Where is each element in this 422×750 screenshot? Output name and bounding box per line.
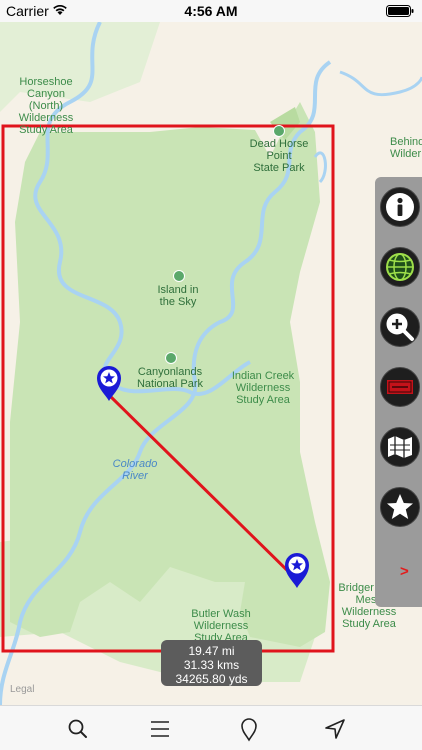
distance-miles: 19.47 mi xyxy=(188,644,235,658)
pin-icon[interactable] xyxy=(236,716,262,742)
panel-collapse-arrow[interactable]: > xyxy=(400,563,409,580)
zoom-in-icon xyxy=(386,313,414,341)
behind-rocks-label: Behind Wilder xyxy=(390,136,422,160)
location-arrow-icon[interactable] xyxy=(322,716,348,742)
start-pin-icon[interactable] xyxy=(95,364,123,402)
side-tool-panel: > xyxy=(375,177,422,607)
distance-readout: 19.47 mi 31.33 kms 34265.80 yds xyxy=(161,640,262,686)
island-in-the-sky-label: Island in the Sky xyxy=(157,284,199,308)
star-icon xyxy=(387,494,413,519)
globe-button[interactable] xyxy=(380,247,420,287)
battery-icon xyxy=(386,5,414,17)
canyonlands-label: Canyonlands National Park xyxy=(136,366,204,390)
dead-horse-point-marker[interactable] xyxy=(273,125,285,137)
dead-horse-point-label: Dead Horse Point State Park xyxy=(249,138,309,174)
label-button[interactable] xyxy=(380,367,420,407)
search-icon[interactable] xyxy=(65,716,91,742)
canyonlands-marker[interactable] xyxy=(165,352,177,364)
map-icon xyxy=(388,436,412,458)
favorites-button[interactable] xyxy=(380,487,420,527)
island-in-the-sky-marker[interactable] xyxy=(173,270,185,282)
colorado-river-label: Colorado River xyxy=(112,458,158,482)
distance-kms: 31.33 kms xyxy=(183,658,240,672)
indian-creek-label: Indian Creek Wilderness Study Area xyxy=(231,370,295,406)
map-type-button[interactable] xyxy=(380,427,420,467)
end-pin-icon[interactable] xyxy=(283,551,311,589)
horseshoe-canyon-label: Horseshoe Canyon (North) Wilderness Stud… xyxy=(18,76,74,136)
bottom-toolbar xyxy=(0,705,422,750)
info-icon xyxy=(386,193,414,221)
status-bar: Carrier 4:56 AM xyxy=(0,0,422,22)
menu-icon[interactable] xyxy=(147,716,173,742)
legal-link[interactable]: Legal xyxy=(10,684,34,695)
distance-yards: 34265.80 yds xyxy=(175,672,248,686)
map-view[interactable]: Horseshoe Canyon (North) Wilderness Stud… xyxy=(0,22,422,705)
label-icon xyxy=(387,380,413,394)
butler-wash-label: Butler Wash Wilderness Study Area xyxy=(191,608,251,644)
info-button[interactable] xyxy=(380,187,420,227)
globe-icon xyxy=(386,253,414,281)
zoom-in-button[interactable] xyxy=(380,307,420,347)
status-time: 4:56 AM xyxy=(184,3,238,19)
